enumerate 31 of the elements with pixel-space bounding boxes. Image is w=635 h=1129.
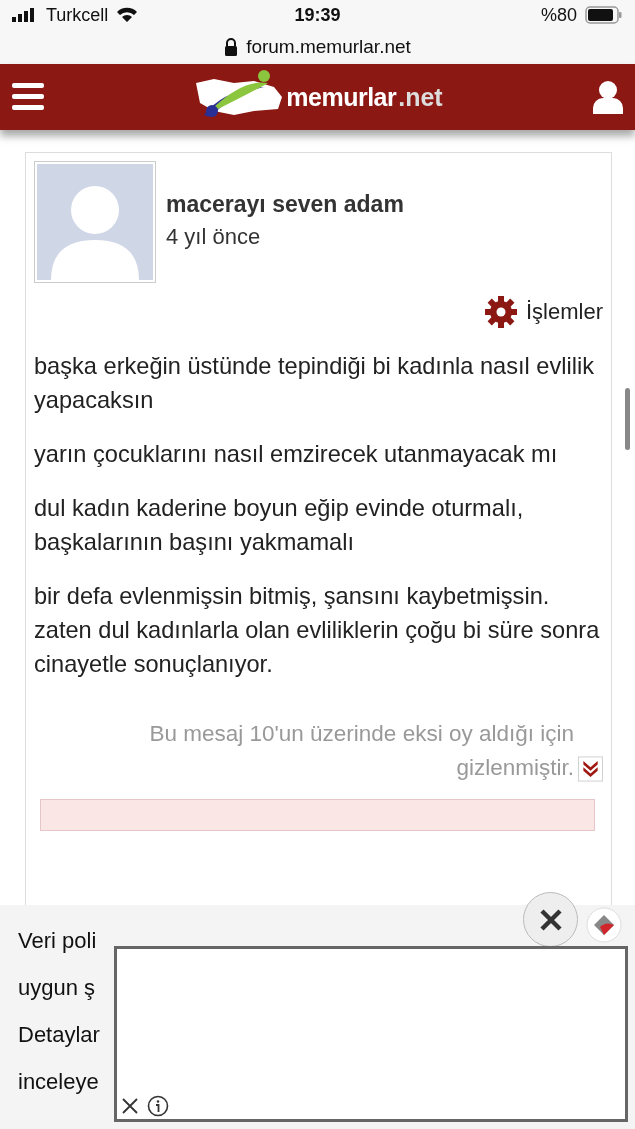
menu-icon[interactable] (12, 83, 44, 111)
author-name[interactable]: macerayı seven adam (166, 191, 404, 218)
actions-link[interactable]: İşlemler (526, 299, 603, 325)
scrollbar (625, 388, 630, 450)
post-paragraph: başka erkeğin üstünde tepindiği bi kadınla nasıl evlilik yapacaksın (34, 352, 596, 415)
post-paragraph: dul kadın kaderine boyun eğip evinde oturmalı, başkalarının başını yakmamalı (34, 494, 525, 557)
clock-time: 19:39 (294, 4, 341, 26)
carrier-name: Turkcell (46, 4, 109, 26)
expand-chevron-icon[interactable] (578, 755, 603, 783)
avatar-icon (34, 161, 156, 283)
lock-icon (224, 38, 239, 56)
logo-text: memurlar (286, 82, 397, 112)
post-paragraph: yarın çocuklarını nasıl emzirecek utanmayacak mı (34, 440, 559, 469)
post-time: 4 yıl önce (166, 224, 262, 250)
consent-text: uygun ş (18, 974, 97, 1002)
logo-suffix: .net (398, 82, 443, 112)
battery-icon (585, 6, 623, 24)
post-paragraph: bir defa evlenmişsin bitmiş, şansını kaybetmişsin. zaten dul kadınlarla olan evliliklerin çoğu bi süre sonra cinayetle sonuçlanıyor. (34, 582, 601, 679)
url-text[interactable]: forum.memurlar.net (246, 36, 411, 58)
hidden-message-note: Bu mesaj 10'un üzerinde eksi oy aldığı için gizlenmiştir. (148, 720, 574, 782)
close-icon[interactable] (538, 907, 563, 932)
user-icon[interactable] (593, 80, 623, 114)
consent-text: Detaylar (18, 1021, 101, 1049)
wifi-icon (116, 7, 139, 23)
consent-text: inceleye (18, 1068, 100, 1096)
close-icon[interactable] (121, 1097, 139, 1115)
info-icon[interactable] (147, 1095, 169, 1117)
battery-percent: %80 (540, 4, 577, 26)
gear-icon[interactable] (484, 295, 518, 329)
ad-badge-icon[interactable] (586, 907, 622, 943)
consent-text: Veri poli (18, 927, 98, 955)
